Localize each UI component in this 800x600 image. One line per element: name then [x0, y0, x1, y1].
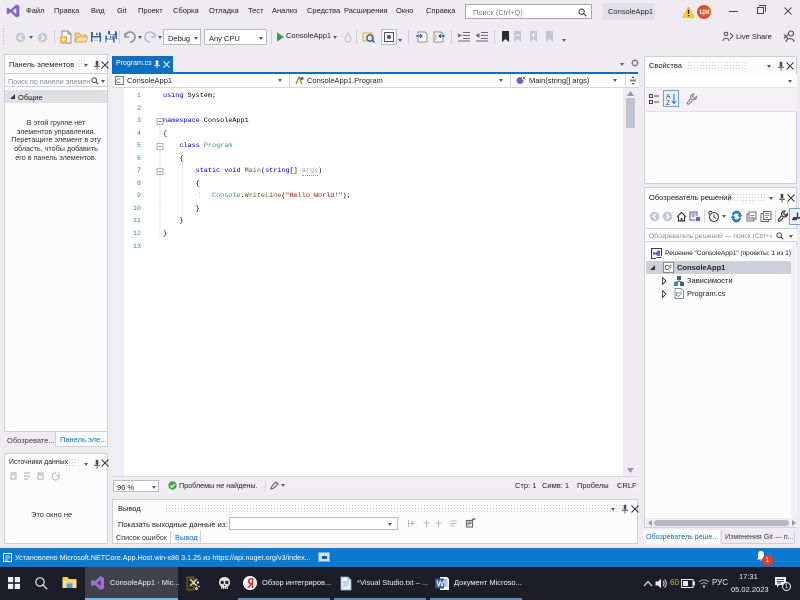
svg-text:C: C: [116, 79, 121, 85]
svg-text:#: #: [669, 265, 672, 271]
svg-text:Z: Z: [666, 100, 670, 105]
svg-text:W: W: [437, 580, 445, 589]
